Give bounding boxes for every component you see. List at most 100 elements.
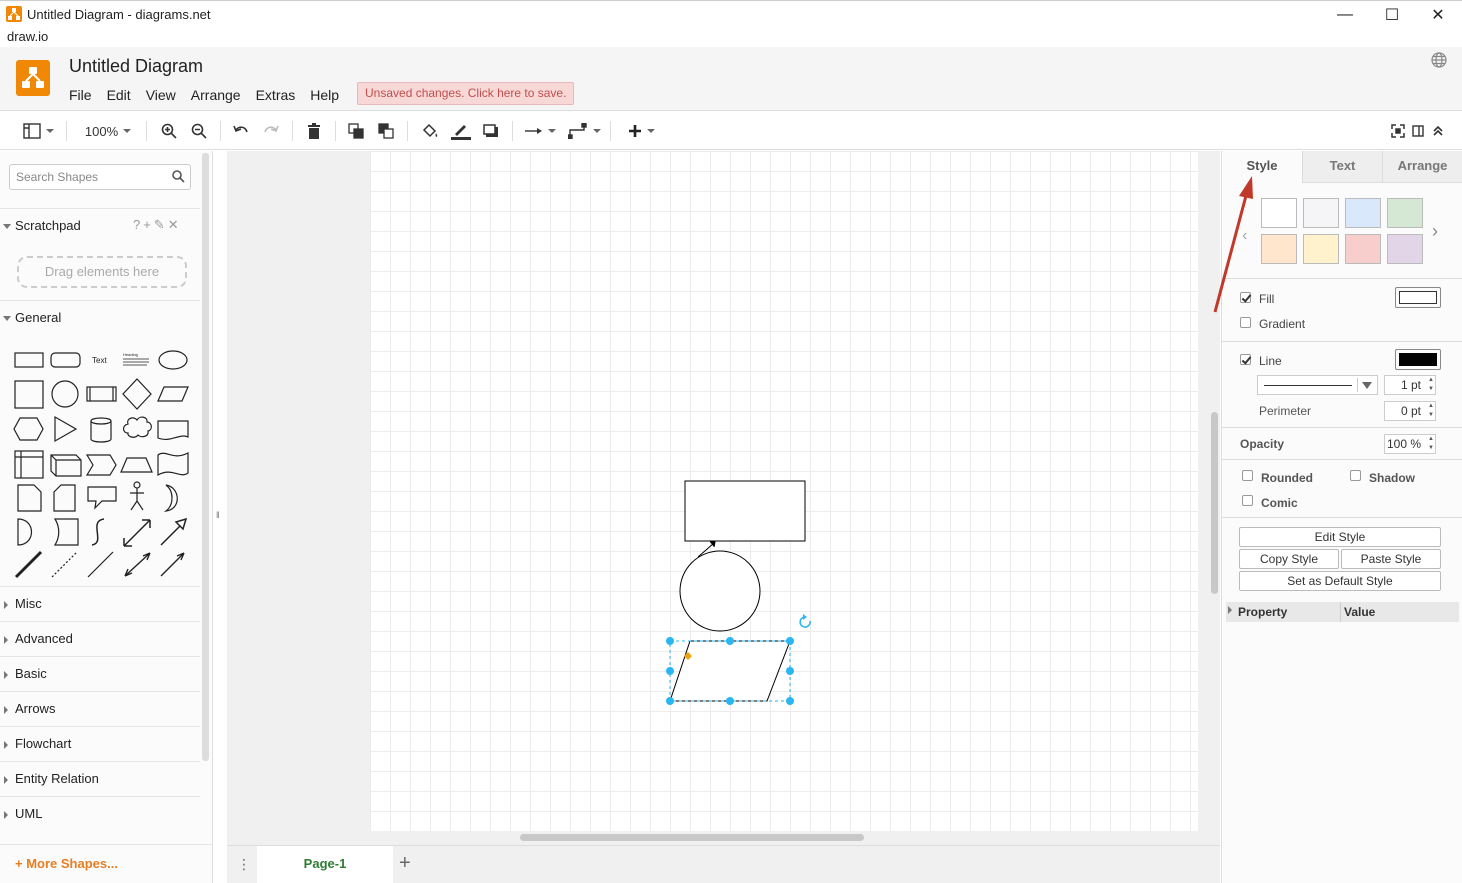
general-shapes-palette[interactable]: Text Heading (10, 341, 195, 581)
style-swatch-5[interactable] (1261, 234, 1297, 264)
style-swatch-8[interactable] (1387, 234, 1423, 264)
delete-icon[interactable] (305, 120, 323, 142)
fill-color-button[interactable] (1395, 287, 1441, 308)
minimize-button[interactable]: — (1322, 1, 1368, 28)
parallelogram-shape[interactable] (669, 640, 791, 702)
style-swatch-6[interactable] (1303, 234, 1339, 264)
rotate-handle-icon[interactable] (799, 614, 811, 628)
shadow-checkbox[interactable] (1350, 470, 1361, 481)
paste-style-button[interactable]: Paste Style (1341, 549, 1441, 569)
flowchart-section[interactable]: Flowchart (0, 726, 200, 761)
basic-section[interactable]: Basic (0, 656, 200, 691)
canvas-vertical-scrollbar[interactable] (1211, 412, 1218, 594)
page-menu-icon[interactable]: ⋮ (237, 856, 251, 873)
search-shapes-input[interactable]: Search Shapes (9, 164, 191, 190)
shadow-icon[interactable] (481, 120, 501, 142)
undo-icon[interactable] (232, 120, 250, 142)
advanced-label: Advanced (15, 631, 73, 646)
zoom-out-icon[interactable] (190, 120, 208, 142)
unsaved-changes-notice[interactable]: Unsaved changes. Click here to save. (357, 82, 575, 105)
insert-dropdown[interactable] (623, 120, 659, 142)
document-title[interactable]: Untitled Diagram (69, 56, 203, 77)
drawio-logo-icon[interactable] (16, 60, 50, 96)
menu-file[interactable]: File (69, 87, 92, 103)
edit-style-button[interactable]: Edit Style (1239, 527, 1441, 547)
add-page-icon[interactable]: + (399, 852, 411, 875)
shapes-sidebar: Search Shapes Scratchpad ?+✎✕ Drag eleme… (0, 151, 213, 883)
heading-shape-label: Heading (123, 352, 138, 357)
page-tab-1[interactable]: Page-1 (257, 846, 393, 883)
opacity-section: Opacity 100 % (1222, 427, 1462, 459)
menu-edit[interactable]: Edit (107, 87, 131, 103)
style-swatch-3[interactable] (1345, 198, 1381, 228)
sidebar-splitter-handle[interactable]: ‖ (216, 510, 220, 520)
flowchart-label: Flowchart (15, 736, 72, 751)
shadow-label: Shadow (1369, 471, 1416, 485)
set-default-style-button[interactable]: Set as Default Style (1239, 571, 1441, 591)
line-color-button[interactable] (1395, 349, 1441, 370)
advanced-section[interactable]: Advanced (0, 621, 200, 656)
arrows-section[interactable]: Arrows (0, 691, 200, 726)
scratchpad-drop-zone[interactable]: Drag elements here (17, 256, 187, 288)
sidebar-scrollbar[interactable] (202, 153, 209, 761)
entity-relation-section[interactable]: Entity Relation (0, 761, 200, 796)
general-section[interactable]: General (0, 300, 200, 335)
comic-checkbox[interactable] (1242, 495, 1253, 506)
style-swatch-1[interactable] (1261, 198, 1297, 228)
connection-style-dropdown[interactable] (523, 120, 557, 142)
diagram-page[interactable] (370, 151, 1198, 831)
line-width-stepper[interactable]: 1 pt (1384, 375, 1436, 395)
close-button[interactable]: ✕ (1415, 1, 1461, 28)
fill-color-icon[interactable] (420, 120, 440, 142)
annotation-arrow (1213, 176, 1253, 313)
menu-extras[interactable]: Extras (256, 87, 296, 103)
style-swatch-2[interactable] (1303, 198, 1339, 228)
app-label: draw.io (7, 29, 49, 44)
swatch-next-icon[interactable]: › (1432, 221, 1438, 242)
language-globe-icon[interactable] (1431, 52, 1447, 71)
redo-icon[interactable] (262, 120, 280, 142)
style-swatch-4[interactable] (1387, 198, 1423, 228)
line-color-icon[interactable] (450, 120, 472, 142)
circle-shape[interactable] (679, 550, 761, 632)
canvas-horizontal-scrollbar[interactable] (520, 834, 864, 841)
line-pattern-select[interactable] (1257, 375, 1378, 395)
zoom-in-icon[interactable] (160, 120, 178, 142)
style-options-section: Rounded Shadow Comic (1222, 459, 1462, 517)
line-label: Line (1259, 354, 1282, 368)
maximize-button[interactable]: ☐ (1369, 1, 1415, 28)
to-back-icon[interactable] (377, 120, 395, 142)
zoom-dropdown[interactable]: 100% (80, 120, 136, 142)
menu-view[interactable]: View (146, 87, 176, 103)
fullscreen-icon[interactable] (1390, 120, 1406, 142)
line-color-swatch (1399, 353, 1437, 366)
copy-style-button[interactable]: Copy Style (1239, 549, 1339, 569)
scratchpad-tools[interactable]: ?+✎✕ (133, 217, 182, 233)
opacity-stepper[interactable]: 100 % (1384, 434, 1436, 454)
view-panels-button[interactable] (20, 120, 56, 142)
perimeter-label: Perimeter (1259, 404, 1312, 418)
arrows-label: Arrows (15, 701, 56, 716)
expand-properties-icon[interactable] (1228, 606, 1232, 614)
rounded-checkbox[interactable] (1242, 470, 1253, 481)
style-swatch-7[interactable] (1345, 234, 1381, 264)
collapse-toolbar-icon[interactable] (1430, 120, 1446, 142)
menu-arrange[interactable]: Arrange (191, 87, 241, 103)
menu-help[interactable]: Help (310, 87, 339, 103)
waypoints-dropdown[interactable] (566, 120, 602, 142)
tab-arrange[interactable]: Arrange (1382, 151, 1462, 183)
format-panel-toggle-icon[interactable] (1410, 120, 1426, 142)
perimeter-stepper[interactable]: 0 pt (1384, 401, 1436, 421)
tab-text[interactable]: Text (1302, 151, 1382, 183)
uml-section[interactable]: UML (0, 796, 200, 831)
diagram-canvas-area[interactable] (227, 151, 1220, 845)
property-column-header: Property (1238, 605, 1288, 619)
more-shapes-button[interactable]: + More Shapes... (0, 844, 213, 883)
line-section: Line 1 pt Perimeter 0 pt (1222, 341, 1462, 427)
rectangle-shape[interactable] (684, 480, 806, 542)
search-icon[interactable] (172, 170, 185, 186)
misc-section[interactable]: Misc (0, 586, 200, 621)
line-checkbox[interactable] (1240, 354, 1251, 365)
to-front-icon[interactable] (347, 120, 365, 142)
window-title: Untitled Diagram - diagrams.net (27, 6, 211, 22)
